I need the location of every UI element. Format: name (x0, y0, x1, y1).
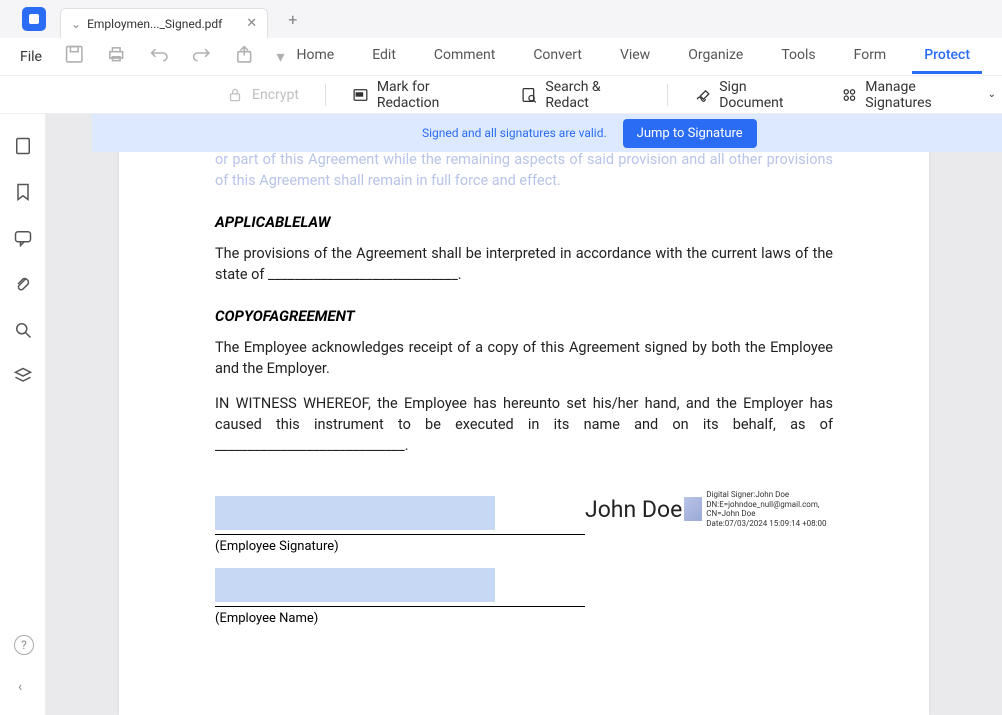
main-area: Signed and all signatures are valid. Jum… (0, 114, 1002, 715)
share-icon[interactable] (234, 44, 255, 69)
signature-stamp-icon (684, 497, 702, 521)
digital-signature[interactable]: John Doe Digital Signer:John Doe DN:E=jo… (585, 490, 827, 528)
redo-icon[interactable] (191, 44, 212, 69)
protect-ribbon: Encrypt Mark for Redaction Search & Reda… (0, 76, 1002, 114)
file-menu[interactable]: File (20, 49, 42, 65)
mark-redaction-button[interactable]: Mark for Redaction (346, 75, 495, 115)
layers-icon[interactable] (13, 366, 33, 386)
sign-icon (694, 86, 711, 104)
encrypt-button[interactable]: Encrypt (220, 82, 305, 108)
document-tab[interactable]: ⌄ Employmen..._Signed.pdf ✕ (60, 8, 268, 38)
sign-document-label: Sign Document (719, 79, 808, 111)
employee-signature-field[interactable] (215, 496, 495, 530)
signature-line (215, 606, 585, 607)
main-toolbar: File ▾ Home Edit Comment Convert View Or… (0, 38, 1002, 76)
tab-organize[interactable]: Organize (676, 39, 755, 74)
collapse-sidebar-button[interactable]: ‹ (18, 679, 22, 695)
manage-signatures-button[interactable]: Manage Signatures ⌄ (835, 75, 1002, 115)
document-paragraph: The provisions of the Agreement shall be… (215, 243, 833, 285)
close-tab-icon[interactable]: ✕ (246, 16, 257, 31)
sig-meta-cn: CN=John Doe (706, 509, 826, 519)
section-heading-copyofagreement: COPYOFAGREEMENT (215, 307, 833, 325)
thumbnails-icon[interactable] (13, 136, 33, 156)
document-viewport[interactable]: Signed and all signatures are valid. Jum… (46, 114, 1002, 715)
redaction-icon (352, 86, 369, 104)
dropdown-icon[interactable]: ▾ (276, 47, 284, 66)
tab-comment[interactable]: Comment (422, 39, 507, 74)
document-page: part or in whole, such invalidity or une… (119, 114, 929, 715)
lock-icon (226, 86, 244, 104)
quick-access-toolbar: ▾ (64, 44, 285, 69)
tab-tools[interactable]: Tools (769, 39, 827, 74)
signature-banner-text: Signed and all signatures are valid. (422, 126, 607, 140)
manage-sig-icon (841, 86, 858, 104)
manage-signatures-label: Manage Signatures (865, 79, 977, 111)
signature-banner: Signed and all signatures are valid. Jum… (92, 114, 1002, 152)
search-icon[interactable] (13, 320, 33, 340)
search-redact-icon (521, 86, 538, 104)
jump-to-signature-button[interactable]: Jump to Signature (623, 119, 757, 148)
signature-line (215, 534, 585, 535)
mark-redaction-label: Mark for Redaction (377, 79, 489, 111)
tab-title: Employmen..._Signed.pdf (87, 17, 222, 31)
print-icon[interactable] (106, 44, 127, 69)
section-heading-applicablelaw: APPLICABLELAW (215, 213, 833, 231)
employee-name-field[interactable] (215, 568, 495, 602)
chevron-down-icon: ⌄ (988, 89, 996, 100)
chevron-down-icon: ⌄ (71, 17, 81, 31)
save-icon[interactable] (64, 44, 85, 69)
signature-metadata: Digital Signer:John Doe DN:E=johndoe_nul… (706, 490, 826, 528)
titlebar: ⌄ Employmen..._Signed.pdf ✕ + (0, 0, 1002, 38)
search-redact-label: Search & Redact (545, 79, 641, 111)
tab-form[interactable]: Form (842, 39, 899, 74)
comments-icon[interactable] (13, 228, 33, 248)
document-paragraph: The Employee acknowledges receipt of a c… (215, 337, 833, 379)
bookmarks-icon[interactable] (13, 182, 33, 202)
sign-document-button[interactable]: Sign Document (688, 75, 814, 115)
new-tab-button[interactable]: + (288, 10, 297, 29)
document-paragraph: IN WITNESS WHEREOF, the Employee has her… (215, 393, 833, 456)
separator (325, 84, 326, 106)
sig-meta-signer: Digital Signer:John Doe (706, 490, 826, 500)
tab-protect[interactable]: Protect (912, 39, 982, 74)
employee-signature-label: (Employee Signature) (215, 539, 833, 554)
employee-name-label: (Employee Name) (215, 611, 833, 626)
left-sidebar (0, 114, 46, 715)
signature-block: John Doe Digital Signer:John Doe DN:E=jo… (215, 496, 833, 626)
menu-tabs: Home Edit Comment Convert View Organize … (285, 39, 982, 74)
separator (667, 84, 668, 106)
help-button[interactable]: ? (14, 635, 34, 655)
undo-icon[interactable] (149, 44, 170, 69)
tab-home[interactable]: Home (285, 39, 347, 74)
sig-meta-date: Date:07/03/2024 15:09:14 +08:00 (706, 519, 826, 529)
search-redact-button[interactable]: Search & Redact (515, 75, 648, 115)
signer-name: John Doe (585, 496, 682, 523)
tab-convert[interactable]: Convert (521, 39, 594, 74)
tab-view[interactable]: View (608, 39, 662, 74)
attachments-icon[interactable] (13, 274, 33, 294)
encrypt-label: Encrypt (252, 87, 299, 103)
tab-edit[interactable]: Edit (360, 39, 408, 74)
sig-meta-dn: DN:E=johndoe_null@gmail.com, (706, 500, 826, 510)
app-logo[interactable] (22, 7, 46, 31)
